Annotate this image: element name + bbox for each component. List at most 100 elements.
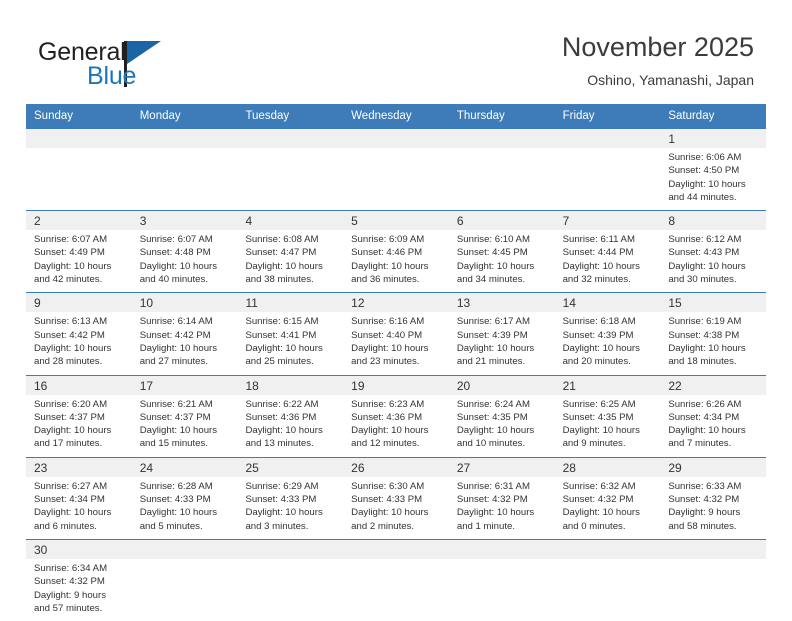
sunrise-text: Sunrise: 6:08 AM [245, 234, 319, 246]
day-details: Sunrise: 6:10 AM Sunset: 4:45 PM Daylight:… [449, 230, 555, 292]
daylight-text-cont: and 10 minutes. [456, 438, 526, 450]
day-number: 5 [351, 214, 358, 229]
sunrise-text: Sunrise: 6:30 AM [351, 480, 425, 492]
day-number-band: 20 [448, 375, 555, 395]
daylight-text: Daylight: 10 hours [456, 342, 535, 354]
day-cell-24[interactable]: 24 Sunrise: 6:28 AM Sunset: 4:33 PM Dayligh… [131, 457, 238, 539]
sunrise-text: Sunrise: 6:33 AM [668, 480, 742, 492]
day-number-band [448, 539, 555, 559]
day-cell-22[interactable]: 22 Sunrise: 6:26 AM Sunset: 4:34 PM Dayligh… [660, 375, 767, 457]
daylight-text: Daylight: 10 hours [668, 425, 746, 437]
day-cell-21[interactable]: 21 Sunrise: 6:25 AM Sunset: 4:35 PM Dayligh… [554, 375, 661, 457]
day-cell-27[interactable]: 27 Sunrise: 6:31 AM Sunset: 4:32 PM Dayligh… [448, 457, 555, 539]
day-details: Sunrise: 6:21 AM Sunset: 4:37 PM Daylight:… [132, 395, 238, 457]
weekday-header-monday: Monday [139, 110, 181, 122]
day-number: 26 [351, 460, 365, 475]
day-details [343, 559, 449, 568]
day-number-band [448, 129, 555, 148]
sunset-text: Sunset: 4:33 PM [245, 494, 317, 506]
day-number-band: 30 [26, 539, 132, 559]
day-number: 30 [34, 542, 48, 557]
day-number-band [131, 129, 238, 148]
day-cell-15[interactable]: 15 Sunrise: 6:19 AM Sunset: 4:38 PM Dayligh… [660, 293, 767, 375]
day-details: Sunrise: 6:20 AM Sunset: 4:37 PM Daylight:… [26, 395, 132, 457]
sunrise-text: Sunrise: 6:15 AM [245, 316, 319, 328]
day-details [237, 559, 343, 568]
day-cell-12[interactable]: 12 Sunrise: 6:16 AM Sunset: 4:40 PM Dayligh… [343, 293, 449, 375]
daylight-text: Daylight: 10 hours [34, 425, 112, 437]
day-cell-9[interactable]: 9 Sunrise: 6:13 AM Sunset: 4:42 PM Daylight… [26, 293, 132, 375]
general-blue-logo[interactable]: General Blue [38, 38, 218, 92]
day-cell-19[interactable]: 19 Sunrise: 6:23 AM Sunset: 4:36 PM Dayligh… [343, 375, 449, 457]
sunrise-text: Sunrise: 6:11 AM [562, 234, 635, 246]
day-cell-4[interactable]: 4 Sunrise: 6:08 AM Sunset: 4:47 PM Daylight… [237, 211, 344, 293]
sunrise-text: Sunrise: 6:34 AM [34, 562, 108, 574]
day-details: Sunrise: 6:15 AM Sunset: 4:41 PM Daylight:… [237, 312, 343, 374]
sunrise-text: Sunrise: 6:10 AM [456, 234, 530, 246]
sunrise-text: Sunrise: 6:17 AM [456, 316, 530, 328]
sunset-text: Sunset: 4:45 PM [456, 247, 528, 259]
sunset-text: Sunset: 4:42 PM [139, 329, 211, 341]
sunrise-text: Sunrise: 6:19 AM [668, 316, 742, 328]
sunset-text: Sunset: 4:33 PM [351, 494, 423, 506]
daylight-text-cont: and 40 minutes. [139, 274, 208, 286]
sunrise-text: Sunrise: 6:26 AM [668, 398, 742, 410]
day-number: 27 [456, 460, 471, 475]
calendar-week-row: 16 Sunrise: 6:20 AM Sunset: 4:37 PM Dayligh… [26, 374, 767, 457]
calendar-week-row: 9 Sunrise: 6:13 AM Sunset: 4:42 PM Daylight… [26, 292, 767, 375]
day-cell-17[interactable]: 17 Sunrise: 6:21 AM Sunset: 4:37 PM Dayligh… [131, 375, 238, 457]
day-number-band: 19 [343, 375, 449, 395]
day-cell-28[interactable]: 28 Sunrise: 6:32 AM Sunset: 4:32 PM Dayligh… [554, 457, 661, 539]
day-cell-2[interactable]: 2 Sunrise: 6:07 AM Sunset: 4:49 PM Daylight… [26, 211, 132, 293]
calendar-weeks: 1 Sunrise: 6:06 AM Sunset: 4:50 PM Daylight… [26, 129, 767, 621]
day-number-band [26, 129, 132, 148]
day-cell-23[interactable]: 23 Sunrise: 6:27 AM Sunset: 4:34 PM Dayligh… [26, 457, 132, 539]
sunset-text: Sunset: 4:38 PM [668, 329, 740, 341]
day-details [555, 148, 661, 157]
weekday-header-thursday: Thursday [456, 110, 505, 122]
day-cell-8[interactable]: 8 Sunrise: 6:12 AM Sunset: 4:43 PM Daylight… [660, 211, 767, 293]
daylight-text: Daylight: 10 hours [34, 342, 112, 354]
day-cell-20[interactable]: 20 Sunrise: 6:24 AM Sunset: 4:35 PM Dayligh… [448, 375, 555, 457]
day-cell-14[interactable]: 14 Sunrise: 6:18 AM Sunset: 4:39 PM Dayligh… [554, 293, 661, 375]
daylight-text: Daylight: 10 hours [668, 260, 746, 272]
day-number: 25 [245, 460, 259, 475]
day-cell-empty [26, 129, 132, 211]
day-number: 4 [245, 214, 253, 229]
day-cell-10[interactable]: 10 Sunrise: 6:14 AM Sunset: 4:42 PM Dayligh… [131, 293, 238, 375]
day-number: 21 [562, 378, 576, 393]
sunset-text: Sunset: 4:44 PM [562, 247, 634, 259]
calendar-page: General Blue November 2025 Oshino, Yaman… [0, 0, 792, 621]
day-number-band: 9 [26, 293, 132, 313]
sunset-text: Sunset: 4:47 PM [245, 247, 317, 259]
daylight-text: Daylight: 10 hours [562, 425, 640, 437]
day-number-band [554, 129, 661, 148]
day-cell-25[interactable]: 25 Sunrise: 6:29 AM Sunset: 4:33 PM Dayligh… [237, 457, 344, 539]
day-cell-18[interactable]: 18 Sunrise: 6:22 AM Sunset: 4:36 PM Dayligh… [237, 375, 344, 457]
daylight-text-cont: and 42 minutes. [34, 274, 103, 286]
day-cell-13[interactable]: 13 Sunrise: 6:17 AM Sunset: 4:39 PM Dayligh… [448, 293, 555, 375]
day-number-band [237, 129, 344, 148]
sunset-text: Sunset: 4:36 PM [245, 411, 317, 423]
day-cell-29[interactable]: 29 Sunrise: 6:33 AM Sunset: 4:32 PM Dayligh… [660, 457, 767, 539]
daylight-text-cont: and 13 minutes. [245, 438, 314, 450]
day-cell-7[interactable]: 7 Sunrise: 6:11 AM Sunset: 4:44 PM Daylight… [554, 211, 661, 293]
day-cell-6[interactable]: 6 Sunrise: 6:10 AM Sunset: 4:45 PM Daylight… [448, 211, 555, 293]
day-cell-1[interactable]: 1 Sunrise: 6:06 AM Sunset: 4:50 PM Daylight… [660, 129, 767, 211]
sunrise-text: Sunrise: 6:21 AM [139, 398, 213, 410]
day-cell-5[interactable]: 5 Sunrise: 6:09 AM Sunset: 4:46 PM Daylight… [343, 211, 449, 293]
day-number-band: 11 [237, 293, 344, 313]
day-cell-26[interactable]: 26 Sunrise: 6:30 AM Sunset: 4:33 PM Dayligh… [343, 457, 449, 539]
sunrise-text: Sunrise: 6:29 AM [245, 480, 319, 492]
daylight-text-cont: and 17 minutes. [34, 438, 103, 450]
day-number: 11 [245, 296, 258, 311]
daylight-text: Daylight: 10 hours [139, 342, 218, 354]
day-cell-11[interactable]: 11 Sunrise: 6:15 AM Sunset: 4:41 PM Dayligh… [237, 293, 344, 375]
sunrise-text: Sunrise: 6:07 AM [139, 234, 213, 246]
day-details: Sunrise: 6:17 AM Sunset: 4:39 PM Daylight:… [449, 312, 555, 374]
day-cell-30[interactable]: 30 Sunrise: 6:34 AM Sunset: 4:32 PM Dayligh… [26, 539, 132, 621]
day-cell-16[interactable]: 16 Sunrise: 6:20 AM Sunset: 4:37 PM Dayligh… [26, 375, 132, 457]
day-details: Sunrise: 6:19 AM Sunset: 4:38 PM Daylight:… [660, 312, 766, 374]
daylight-text-cont: and 18 minutes. [668, 356, 737, 368]
day-cell-3[interactable]: 3 Sunrise: 6:07 AM Sunset: 4:48 PM Daylight… [131, 211, 238, 293]
